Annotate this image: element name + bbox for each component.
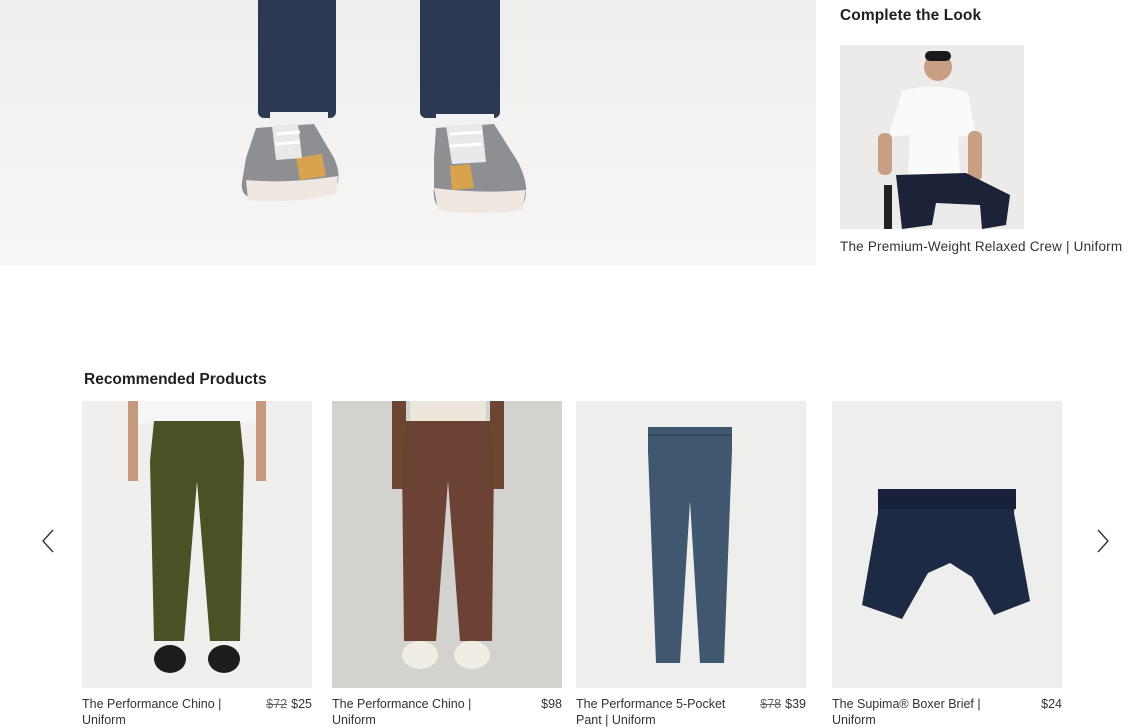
product-price: $72 $25 <box>266 696 312 728</box>
product-image[interactable] <box>82 401 312 688</box>
model-figure <box>840 45 1024 229</box>
sneaker-right <box>433 124 527 213</box>
product-card[interactable]: The Performance Chino | Uniform $72 $25 <box>82 401 312 728</box>
chino-pants-image <box>392 401 504 669</box>
product-image[interactable] <box>332 401 562 688</box>
original-price: $72 <box>266 697 288 711</box>
product-name[interactable]: The Supima® Boxer Brief | Uniform <box>832 696 982 728</box>
product-card[interactable]: The Supima® Boxer Brief | Uniform $24 <box>832 401 1062 728</box>
recommended-products-heading: Recommended Products <box>84 371 267 388</box>
complete-the-look-item-link[interactable]: The Premium-Weight Relaxed Crew | Unifor… <box>840 239 1122 254</box>
product-name[interactable]: The Performance Chino | Uniform <box>82 696 232 728</box>
product-card[interactable]: The Performance Chino | Uniform $98 <box>332 401 562 728</box>
product-image[interactable] <box>576 401 806 688</box>
pant-leg-right <box>420 0 500 118</box>
sale-price: $98 <box>541 697 562 711</box>
product-price: $78 $39 <box>760 696 806 728</box>
product-image[interactable] <box>832 401 1062 688</box>
pant-leg-left <box>258 0 336 118</box>
hero-product-image <box>0 0 816 265</box>
chevron-left-icon[interactable] <box>38 526 58 556</box>
product-name[interactable]: The Performance 5-Pocket Pant | Uniform <box>576 696 726 728</box>
product-name[interactable]: The Performance Chino | Uniform <box>332 696 482 728</box>
complete-the-look-product-image[interactable] <box>840 45 1024 229</box>
sale-price: $24 <box>1041 697 1062 711</box>
original-price: $78 <box>760 697 782 711</box>
sale-price: $39 <box>785 697 806 711</box>
product-price: $24 <box>1041 696 1062 728</box>
chino-pants-image <box>128 401 266 673</box>
five-pocket-pants-image <box>648 427 732 663</box>
complete-the-look-heading: Complete the Look <box>840 7 982 24</box>
chevron-right-icon[interactable] <box>1093 526 1113 556</box>
sneaker-left <box>241 124 339 202</box>
sale-price: $25 <box>291 697 312 711</box>
boxer-brief-image <box>862 489 1030 619</box>
product-price: $98 <box>541 696 562 728</box>
product-card[interactable]: The Performance 5-Pocket Pant | Uniform … <box>576 401 806 728</box>
